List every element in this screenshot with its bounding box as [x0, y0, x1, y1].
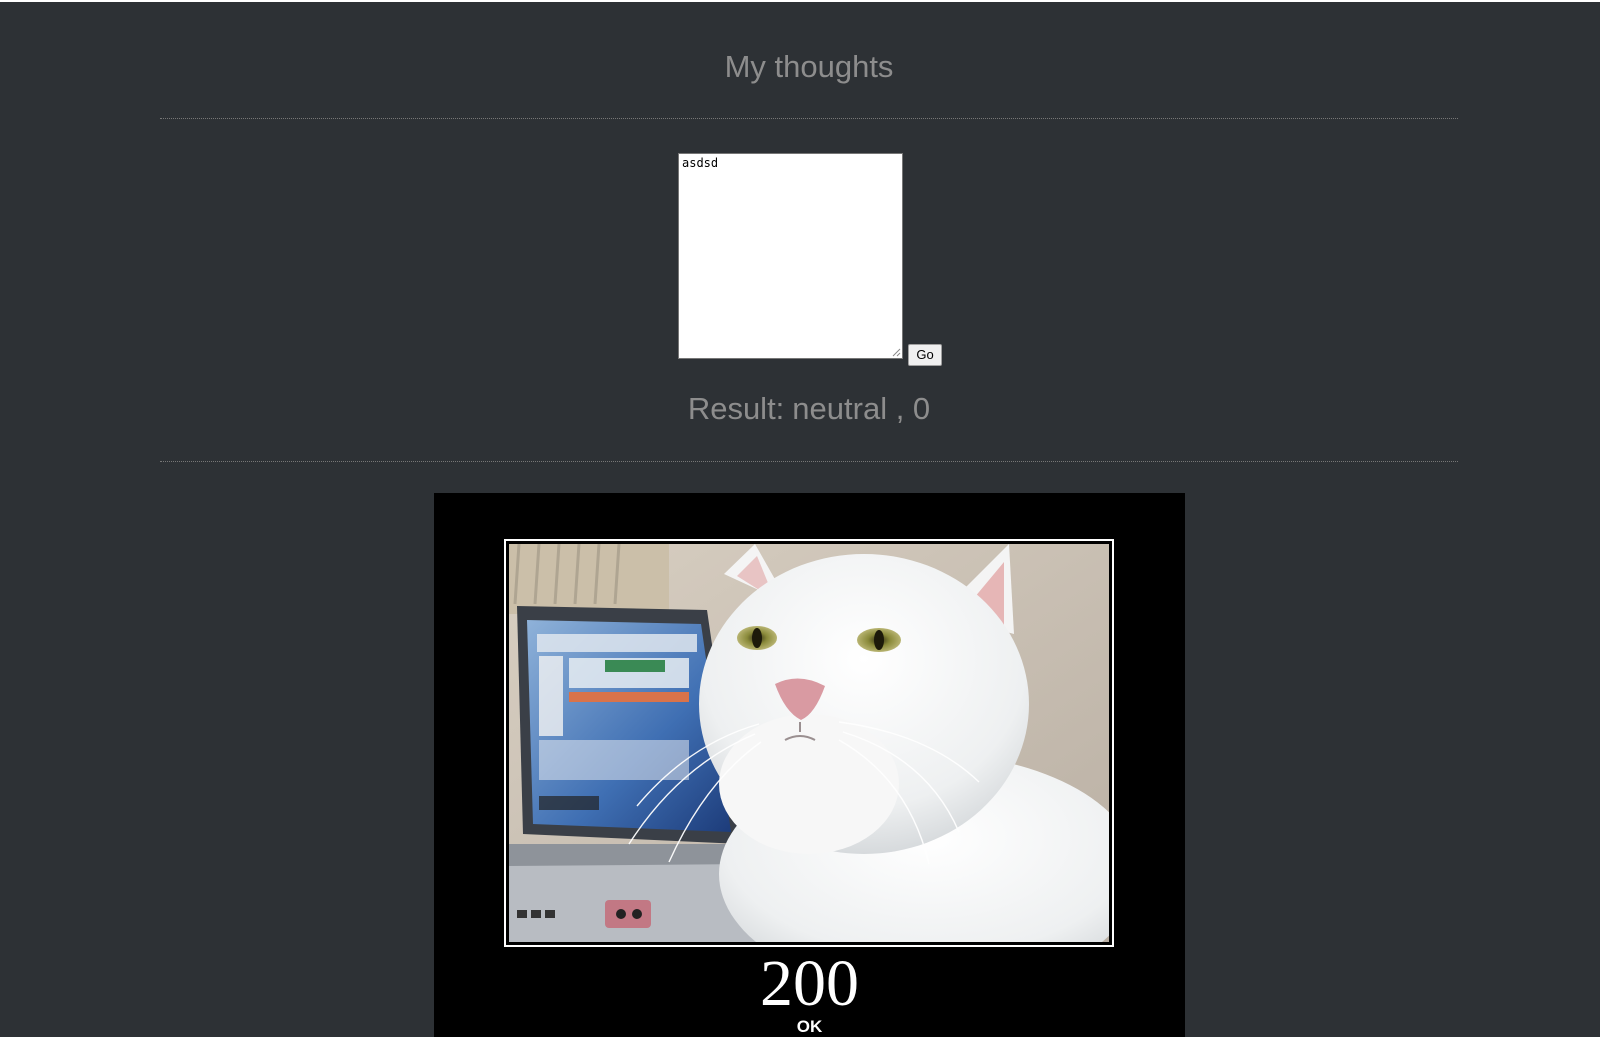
cat-photo — [509, 544, 1109, 942]
meme-status-code: 200 — [760, 947, 859, 1020]
page-title: My thoughts — [724, 49, 894, 84]
result-label: Result: — [687, 391, 785, 426]
divider-top — [160, 118, 1458, 119]
divider-bottom — [160, 461, 1458, 462]
result-value: neutral , 0 — [792, 391, 931, 426]
go-button[interactable]: Go — [908, 344, 942, 366]
status-meme-image: 200 OK — [434, 493, 1185, 1037]
meme-status-caption: OK — [796, 1017, 823, 1036]
result-text: Result: neutral , 0 — [0, 391, 1600, 427]
thoughts-textarea[interactable]: asdsd — [678, 153, 903, 359]
page: My thoughts asdsd Go Result:neutral , 0 — [0, 0, 1600, 1037]
meme-photo-frame — [504, 539, 1114, 947]
